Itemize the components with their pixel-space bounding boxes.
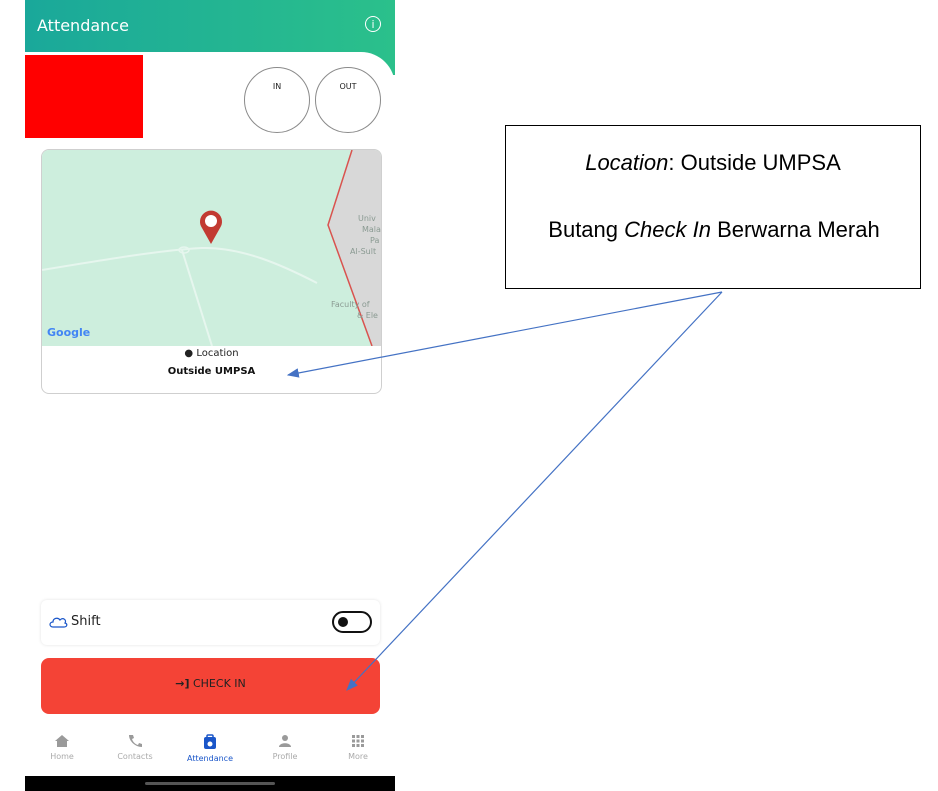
map-card: Univ Mala Pa Al-Sult Faculty of & Ele Go… [41, 149, 382, 394]
redacted-photo [25, 55, 143, 138]
location-label-row: ● Location [42, 348, 381, 359]
nav-profile[interactable]: Profile [255, 734, 315, 761]
map-label-1: Univ [358, 214, 376, 223]
callout-text-b: Check In [624, 217, 711, 242]
profile-icon [279, 735, 291, 747]
callout-button-line: Butang Check In Berwarna Merah [526, 216, 902, 244]
page-title: Attendance [37, 16, 129, 35]
callout-location-suffix: : Outside UMPSA [668, 150, 841, 175]
toggle-knob [338, 617, 348, 627]
nav-home[interactable]: Home [32, 734, 92, 761]
callout-text-a: Butang [548, 217, 625, 242]
map-label-3: Pa [370, 236, 379, 245]
system-home-bar [25, 776, 395, 791]
google-logo: Google [47, 326, 90, 339]
phone-screen: Attendance i IN OUT Univ Mala Pa Al-Sult… [25, 0, 395, 791]
bottom-nav: Home Contacts Attendance Profile More [25, 730, 395, 775]
arrow-to-check-in [346, 291, 723, 691]
map-view[interactable]: Univ Mala Pa Al-Sult Faculty of & Ele Go… [42, 150, 381, 346]
nav-contacts[interactable]: Contacts [105, 734, 165, 761]
location-value: Outside UMPSA [167, 366, 256, 377]
nav-more[interactable]: More [328, 734, 388, 761]
in-label: IN [272, 82, 282, 91]
map-label-6: & Ele [357, 311, 378, 320]
nav-attendance-label: Attendance [187, 754, 233, 763]
shift-label: Shift [71, 614, 101, 629]
check-in-button[interactable]: →] CHECK IN [41, 658, 380, 714]
callout-text-c: Berwarna Merah [710, 217, 880, 242]
callout-location-line: Location: Outside UMPSA [506, 150, 920, 176]
shift-row: Shift [41, 600, 380, 645]
home-icon [55, 735, 69, 747]
out-button[interactable]: OUT [315, 67, 381, 133]
map-label-5: Faculty of [331, 300, 370, 309]
info-icon[interactable]: i [365, 16, 381, 32]
grid-icon [352, 735, 364, 747]
nav-contacts-label: Contacts [117, 752, 153, 761]
nav-home-label: Home [50, 752, 74, 761]
map-label-4: Al-Sult [350, 247, 376, 256]
attendance-icon [204, 734, 216, 749]
cloud-icon [49, 617, 68, 628]
shift-toggle[interactable] [332, 611, 372, 633]
nav-attendance[interactable]: Attendance [180, 734, 240, 763]
nav-more-label: More [348, 752, 368, 761]
annotation-callout: Location: Outside UMPSA Butang Check In … [505, 125, 921, 289]
check-in-label: CHECK IN [192, 677, 246, 690]
login-arrow-icon: →] [175, 677, 190, 690]
map-label-2: Mala [362, 225, 381, 234]
location-pin-icon: ● [184, 348, 194, 359]
location-label: Location [196, 348, 239, 359]
out-label: OUT [339, 82, 357, 91]
phone-icon [129, 735, 142, 747]
callout-location-prefix: Location [585, 150, 669, 175]
nav-profile-label: Profile [272, 752, 298, 761]
in-button[interactable]: IN [244, 67, 310, 133]
home-indicator [145, 782, 275, 785]
